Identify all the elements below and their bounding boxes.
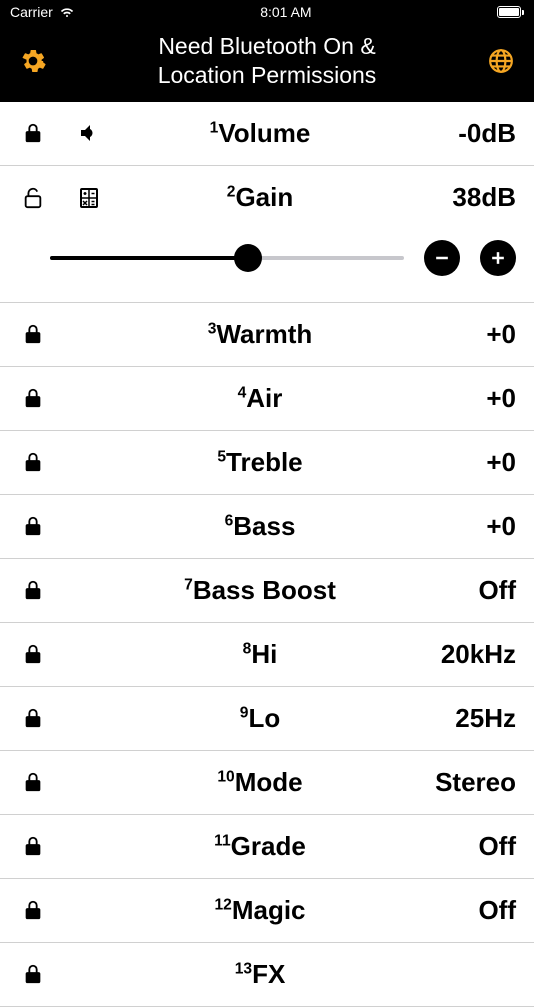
row-label: 7Bass Boost [114,575,406,606]
row-label: 11Grade [114,831,406,862]
lock-icon [18,963,48,985]
speaker-icon [64,121,114,145]
row-value: +0 [406,319,516,350]
row-label: 3Warmth [114,319,406,350]
calculator-icon [64,186,114,210]
header-title: Need Bluetooth On & Location Permissions [48,32,486,90]
increase-button[interactable] [480,240,516,276]
row-magic[interactable]: 12Magic Off [0,879,534,943]
carrier-label: Carrier [10,4,53,20]
lock-icon [18,515,48,537]
lock-icon [18,835,48,857]
row-hi[interactable]: 8Hi 20kHz [0,623,534,687]
settings-button[interactable] [18,46,48,76]
row-value: -0dB [406,118,516,149]
row-value: Stereo [406,767,516,798]
slider-thumb[interactable] [234,244,262,272]
gain-slider[interactable] [50,246,404,270]
row-label: 6Bass [114,511,406,542]
settings-list: 1Volume -0dB 2Gain 38dB [0,102,534,1007]
row-value: +0 [406,447,516,478]
row-label: 8Hi [114,639,406,670]
row-label: 1Volume [114,118,406,149]
gain-slider-row [0,230,534,302]
time-label: 8:01 AM [260,4,311,20]
row-air[interactable]: 4Air +0 [0,367,534,431]
row-label: 13FX [114,959,406,990]
row-value: Off [406,895,516,926]
battery-icon [497,6,524,18]
row-value: +0 [406,383,516,414]
row-label: 12Magic [114,895,406,926]
lock-icon [18,323,48,345]
row-value: +0 [406,511,516,542]
row-lo[interactable]: 9Lo 25Hz [0,687,534,751]
row-bass[interactable]: 6Bass +0 [0,495,534,559]
unlock-icon [18,187,48,209]
row-label: 4Air [114,383,406,414]
row-value: Off [406,831,516,862]
lock-icon [18,579,48,601]
lock-icon [18,122,48,144]
app-header: Need Bluetooth On & Location Permissions [0,24,534,102]
row-value: 20kHz [406,639,516,670]
row-gain[interactable]: 2Gain 38dB [0,166,534,230]
status-bar: Carrier 8:01 AM [0,0,534,24]
lock-icon [18,771,48,793]
row-warmth[interactable]: 3Warmth +0 [0,303,534,367]
row-bassboost[interactable]: 7Bass Boost Off [0,559,534,623]
row-fx[interactable]: 13FX [0,943,534,1007]
row-value: 38dB [406,182,516,213]
lock-icon [18,451,48,473]
wifi-icon [59,3,75,22]
row-label: 9Lo [114,703,406,734]
row-grade[interactable]: 11Grade Off [0,815,534,879]
lock-icon [18,899,48,921]
row-label: 5Treble [114,447,406,478]
row-mode[interactable]: 10Mode Stereo [0,751,534,815]
row-label: 2Gain [114,182,406,213]
row-value: Off [406,575,516,606]
lock-icon [18,643,48,665]
row-label: 10Mode [114,767,406,798]
row-volume[interactable]: 1Volume -0dB [0,102,534,166]
globe-button[interactable] [486,46,516,76]
lock-icon [18,707,48,729]
decrease-button[interactable] [424,240,460,276]
row-gain-block: 2Gain 38dB [0,166,534,303]
row-value: 25Hz [406,703,516,734]
row-treble[interactable]: 5Treble +0 [0,431,534,495]
lock-icon [18,387,48,409]
